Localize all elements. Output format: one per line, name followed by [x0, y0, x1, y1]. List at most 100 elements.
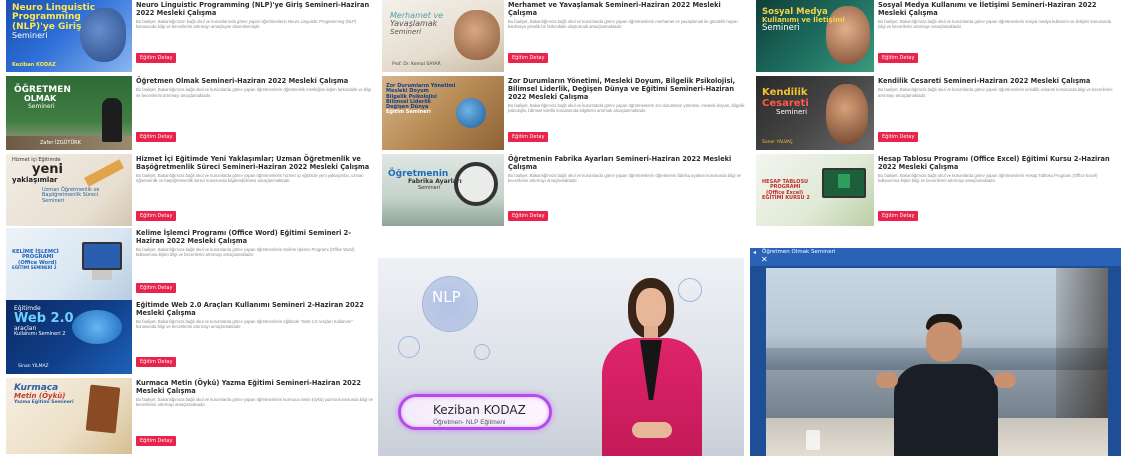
presenter-name: Keziban KODAZ: [433, 403, 526, 417]
course-title[interactable]: Öğretmenin Fabrika Ayarları Semineri-Haz…: [508, 155, 748, 172]
thumb-line: Semineri: [12, 31, 48, 41]
course-detail-button[interactable]: Eğitim Detay: [508, 132, 549, 142]
course-info: Kurmaca Metin (Öykü) Yazma Eğitimi Semin…: [132, 378, 378, 454]
course-thumbnail[interactable]: ÖĞRETMEN OLMAK Semineri Zafer İZGÜTÜRK: [6, 76, 132, 150]
thumb-line: Kendilik: [762, 87, 808, 98]
presenter-figure: [592, 272, 712, 456]
thumb-line: Semineri: [762, 23, 800, 34]
course-card: Neuro Linguistic Programming (NLP)'ye Gi…: [6, 0, 378, 72]
video-title: Öğretmen Olmak Semineri: [762, 249, 836, 255]
course-description: Bu faaliyet, Bakanlığımıza bağlı okul ve…: [136, 396, 373, 408]
course-description: Bu faaliyet, Bakanlığımıza bağlı okul ve…: [508, 172, 741, 184]
thumb-line: Yazma Eğitimi Semineri: [14, 399, 74, 405]
course-card: KELİME İŞLEMCİ PROGRAMI (Office Word) EĞ…: [6, 228, 378, 300]
thumb-line: Semineri: [776, 108, 808, 116]
course-description: Bu faaliyet, Bakanlığımıza bağlı okul ve…: [136, 246, 355, 258]
thumb-line: EĞİTİMİ KURSU 2: [762, 194, 810, 201]
thumb-author: Prof. Dr. Kemal SAYAR: [392, 62, 441, 68]
course-detail-button[interactable]: Eğitim Detay: [136, 283, 177, 293]
course-info: Öğretmen Olmak Semineri-Haziran 2022 Mes…: [132, 76, 378, 150]
course-card: HESAP TABLOSU PROGRAMI (Office Excel) EĞ…: [756, 154, 1121, 226]
course-description: Bu faaliyet, Bakanlığımıza bağlı okul ve…: [878, 172, 1098, 184]
thumb-line: Kullanımı Semineri 2: [14, 331, 66, 338]
course-info: Sosyal Medya Kullanımı ve İletişimi Semi…: [874, 0, 1121, 72]
course-thumbnail[interactable]: KELİME İŞLEMCİ PROGRAMI (Office Word) EĞ…: [6, 228, 132, 300]
course-info: Eğitimde Web 2.0 Araçları Kullanımı Semi…: [132, 300, 378, 374]
course-detail-button[interactable]: Eğitim Detay: [508, 53, 549, 63]
course-title[interactable]: Neuro Linguistic Programming (NLP)'ye Gi…: [136, 1, 374, 18]
thumb-author: Sinan YILMAZ: [18, 364, 49, 370]
presenter-name-banner: Keziban KODAZ Öğretmen- NLP Eğitmeni: [398, 394, 552, 430]
course-card: Zor Durumların Yönetimi Mesleki Doyum Bi…: [382, 76, 752, 150]
teacher-video-player[interactable]: ◂ Öğretmen Olmak Semineri ✕: [750, 248, 1121, 456]
course-detail-button[interactable]: Eğitim Detay: [878, 53, 919, 63]
course-info: Hizmet İçi Eğitimde Yeni Yaklaşımlar; Uz…: [132, 154, 378, 226]
course-title[interactable]: Hesap Tablosu Programı (Office Excel) Eğ…: [878, 155, 1117, 172]
bubble-decoration: [398, 336, 420, 358]
back-icon[interactable]: ◂: [753, 249, 756, 256]
course-detail-button[interactable]: Eğitim Detay: [878, 132, 919, 142]
course-thumbnail[interactable]: Öğretmenin Fabrika Ayarları Semineri: [382, 154, 504, 226]
presenter-role: Öğretmen- NLP Eğitmeni: [433, 419, 506, 426]
course-description: Bu faaliyet, Bakanlığımıza bağlı okul ve…: [136, 86, 372, 98]
course-card: Kendilik Cesareti Semineri Soner YALVAÇ …: [756, 76, 1121, 150]
course-card: Eğitimde Web 2.0 araçları Kullanımı Semi…: [6, 300, 378, 374]
course-detail-button[interactable]: Eğitim Detay: [136, 53, 177, 63]
course-description: Bu faaliyet, Bakanlığımıza bağlı okul ve…: [508, 102, 745, 114]
video-header-bar: ◂ Öğretmen Olmak Semineri ✕: [750, 248, 1121, 266]
course-thumbnail[interactable]: Hizmet içi Eğitimde yeni yaklaşımlar Uzm…: [6, 154, 132, 226]
course-detail-button[interactable]: Eğitim Detay: [136, 211, 177, 221]
thumb-line: Web 2.0: [14, 311, 74, 327]
thumb-line: EĞİTİMİ SEMİNERİ 2: [12, 265, 57, 271]
thumb-line: Eğitim Semineri: [386, 109, 431, 116]
course-info: Hesap Tablosu Programı (Office Excel) Eğ…: [874, 154, 1121, 226]
thumb-author: Zafer İZGÜTÜRK: [40, 139, 81, 146]
course-title[interactable]: Merhamet ve Yavaşlamak Semineri-Haziran …: [508, 1, 748, 18]
course-card: Kurmaca Metin (Öykü) Yazma Eğitimi Semin…: [6, 378, 378, 454]
course-title[interactable]: Zor Durumların Yönetimi, Mesleki Doyum, …: [508, 77, 748, 102]
course-card: ÖĞRETMEN OLMAK Semineri Zafer İZGÜTÜRK Ö…: [6, 76, 378, 150]
nlp-logo: NLP: [432, 288, 461, 306]
course-thumbnail[interactable]: Merhamet ve Yavaşlamak Semineri Prof. Dr…: [382, 0, 504, 72]
course-title[interactable]: Sosyal Medya Kullanımı ve İletişimi Semi…: [878, 1, 1117, 18]
thumb-author: Soner YALVAÇ: [762, 140, 793, 146]
course-detail-button[interactable]: Eğitim Detay: [136, 357, 177, 367]
thumb-line: Semineri: [28, 102, 55, 110]
course-description: Bu faaliyet, Bakanlığımıza bağlı okul ve…: [878, 86, 1113, 98]
course-description: Bu faaliyet, Bakanlığımızın bağlı okul v…: [136, 18, 357, 30]
course-card: Hizmet içi Eğitimde yeni yaklaşımlar Uzm…: [6, 154, 378, 226]
course-title[interactable]: Öğretmen Olmak Semineri-Haziran 2022 Mes…: [136, 77, 374, 86]
nlp-video-frame[interactable]: NLP Keziban KODAZ Öğretmen- NLP Eğitmeni: [378, 258, 744, 456]
thumb-line: Semineri: [42, 197, 65, 204]
course-title[interactable]: Hizmet İçi Eğitimde Yeni Yaklaşımlar; Uz…: [136, 155, 374, 172]
course-info: Zor Durumların Yönetimi, Mesleki Doyum, …: [504, 76, 752, 150]
close-icon[interactable]: ✕: [761, 255, 768, 264]
course-thumbnail[interactable]: Zor Durumların Yönetimi Mesleki Doyum Bi…: [382, 76, 504, 150]
course-thumbnail[interactable]: Sosyal Medya Kullanımı ve İletişimi Semi…: [756, 0, 874, 72]
thumb-line: yeni: [32, 162, 64, 178]
course-thumbnail[interactable]: HESAP TABLOSU PROGRAMI (Office Excel) EĞ…: [756, 154, 874, 226]
course-title[interactable]: Kurmaca Metin (Öykü) Yazma Eğitimi Semin…: [136, 379, 374, 396]
course-thumbnail[interactable]: Kendilik Cesareti Semineri Soner YALVAÇ: [756, 76, 874, 150]
course-description: Bu faaliyet, Bakanlığımıza bağlı okul ve…: [878, 18, 1111, 30]
course-detail-button[interactable]: Eğitim Detay: [508, 211, 549, 221]
course-thumbnail[interactable]: Neuro Linguistic Programming (NLP)'ye Gi…: [6, 0, 132, 72]
course-detail-button[interactable]: Eğitim Detay: [136, 132, 177, 142]
course-description: Bu faaliyet, Bakanlığımıza bağlı okul ve…: [136, 172, 364, 184]
thumb-line: Semineri: [418, 184, 441, 191]
course-info: Öğretmenin Fabrika Ayarları Semineri-Haz…: [504, 154, 752, 226]
course-detail-button[interactable]: Eğitim Detay: [136, 436, 177, 446]
course-title[interactable]: Kelime İşlemci Programı (Office Word) Eğ…: [136, 229, 374, 246]
presenter-figure: [876, 314, 1016, 456]
course-thumbnail[interactable]: Kurmaca Metin (Öykü) Yazma Eğitimi Semin…: [6, 378, 132, 454]
course-description: Bu faaliyet, Bakanlığımıza bağlı okul ve…: [136, 318, 353, 330]
course-title[interactable]: Kendilik Cesareti Semineri-Haziran 2022 …: [878, 77, 1117, 86]
course-thumbnail[interactable]: Eğitimde Web 2.0 araçları Kullanımı Semi…: [6, 300, 132, 374]
thumb-line: Semineri: [390, 27, 422, 36]
course-title[interactable]: Eğitimde Web 2.0 Araçları Kullanımı Semi…: [136, 301, 374, 318]
thumb-author: Keziban KODAZ: [12, 61, 56, 68]
course-info: Neuro Linguistic Programming (NLP)'ye Gi…: [132, 0, 378, 72]
course-info: Kelime İşlemci Programı (Office Word) Eğ…: [132, 228, 378, 300]
course-info: Merhamet ve Yavaşlamak Semineri-Haziran …: [504, 0, 752, 72]
course-detail-button[interactable]: Eğitim Detay: [878, 211, 919, 221]
